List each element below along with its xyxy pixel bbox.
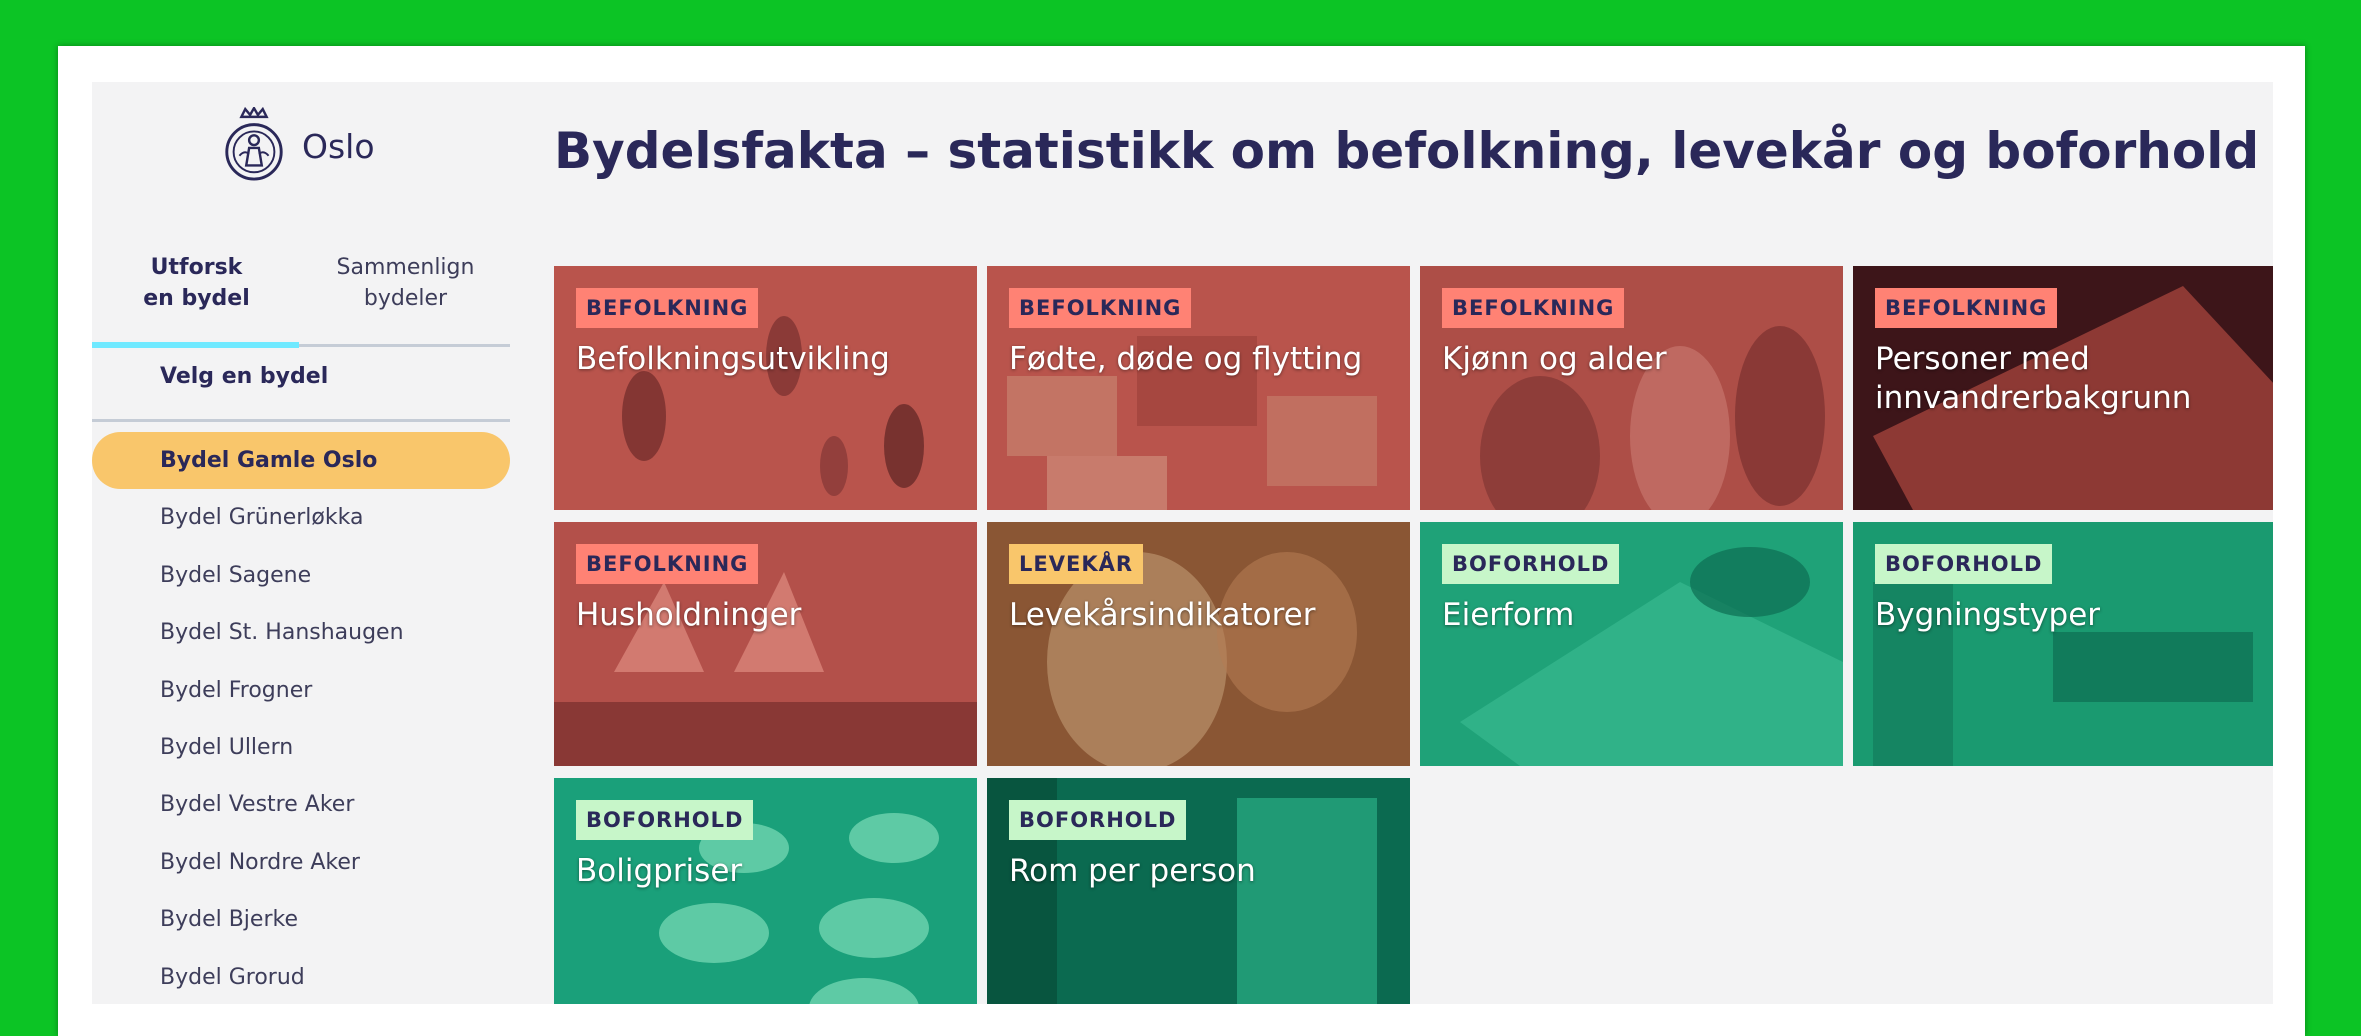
page-title: Bydelsfakta – statistikk om befolkning, … — [554, 122, 2260, 180]
card-title: Husholdninger — [576, 597, 802, 633]
card-fodte-dode-flytting[interactable]: BEFOLKNING Fødte, døde og flytting — [987, 266, 1410, 510]
card-befolkningsutvikling[interactable]: BEFOLKNING Befolkningsutvikling — [554, 266, 977, 510]
card-kjonn-og-alder[interactable]: BEFOLKNING Kjønn og alder — [1420, 266, 1843, 510]
category-tag: LEVEKÅR — [1009, 544, 1144, 584]
category-tag: BOFORHOLD — [1009, 800, 1187, 840]
card-husholdninger[interactable]: BEFOLKNING Husholdninger — [554, 522, 977, 766]
oslo-logo[interactable]: Oslo — [220, 106, 400, 186]
tab-explore-district[interactable]: Utforsk en bydel — [92, 252, 301, 344]
card-eierform[interactable]: BOFORHOLD Eierform — [1420, 522, 1843, 766]
tab-compare-districts[interactable]: Sammenlign bydeler — [301, 252, 510, 344]
logo-text: Oslo — [302, 126, 375, 166]
card-boligpriser[interactable]: BOFORHOLD Boligpriser — [554, 778, 977, 1004]
category-tag: BOFORHOLD — [1875, 544, 2053, 584]
tab-label-line1: Sammenlign — [336, 255, 475, 280]
card-title: Befolkningsutvikling — [576, 341, 890, 377]
sidebar-tabs: Utforsk en bydel Sammenlign bydeler — [92, 252, 510, 348]
district-item-nordre-aker[interactable]: Bydel Nordre Aker — [92, 834, 510, 891]
district-item-grunerlokka[interactable]: Bydel Grünerløkka — [92, 489, 510, 546]
oslo-crest-icon — [225, 107, 283, 181]
card-rom-per-person[interactable]: BOFORHOLD Rom per person — [987, 778, 1410, 1004]
category-tag: BOFORHOLD — [1442, 544, 1620, 584]
category-tag: BEFOLKNING — [1875, 288, 2058, 328]
district-item-vestre-aker[interactable]: Bydel Vestre Aker — [92, 776, 510, 833]
district-item-frogner[interactable]: Bydel Frogner — [92, 662, 510, 719]
card-title: Bygningstyper — [1875, 597, 2101, 633]
category-tag: BEFOLKNING — [576, 544, 759, 584]
district-item-ullern[interactable]: Bydel Ullern — [92, 719, 510, 776]
district-item-bjerke[interactable]: Bydel Bjerke — [92, 891, 510, 948]
category-tag: BOFORHOLD — [576, 800, 754, 840]
card-levekarsindikatorer[interactable]: LEVEKÅR Levekårsindikatorer — [987, 522, 1410, 766]
card-title: Kjønn og alder — [1442, 341, 1667, 377]
card-title: Personer med innvandrerbakgrunn — [1875, 341, 2192, 416]
tab-label-line1: Utforsk — [150, 255, 243, 280]
district-item-grorud[interactable]: Bydel Grorud — [92, 949, 510, 1004]
active-tab-indicator — [92, 342, 299, 348]
category-tag: BEFOLKNING — [576, 288, 759, 328]
sidebar-divider — [92, 419, 510, 422]
card-title: Eierform — [1442, 597, 1575, 633]
district-list: Bydel Gamle Oslo Bydel Grünerløkka Bydel… — [92, 432, 510, 1004]
card-personer-med-innvandrerbakgrunn[interactable]: BEFOLKNING Personer med innvandrerbakgru… — [1853, 266, 2273, 510]
app-root: Oslo Bydelsfakta – statistikk om befolkn… — [92, 82, 2273, 1004]
tab-label-line2: en bydel — [143, 286, 250, 311]
district-item-st-hanshaugen[interactable]: Bydel St. Hanshaugen — [92, 604, 510, 661]
card-title: Rom per person — [1009, 853, 1256, 889]
select-district-heading: Velg en bydel — [160, 364, 329, 389]
category-tag: BEFOLKNING — [1442, 288, 1625, 328]
category-tag: BEFOLKNING — [1009, 288, 1192, 328]
district-item-gamle-oslo[interactable]: Bydel Gamle Oslo — [92, 432, 510, 490]
card-title: Levekårsindikatorer — [1009, 597, 1316, 633]
card-title: Fødte, døde og flytting — [1009, 341, 1363, 377]
tab-label-line2: bydeler — [363, 286, 448, 311]
card-title: Boligpriser — [576, 853, 743, 889]
card-bygningstyper[interactable]: BOFORHOLD Bygningstyper — [1853, 522, 2273, 766]
district-item-sagene[interactable]: Bydel Sagene — [92, 547, 510, 604]
